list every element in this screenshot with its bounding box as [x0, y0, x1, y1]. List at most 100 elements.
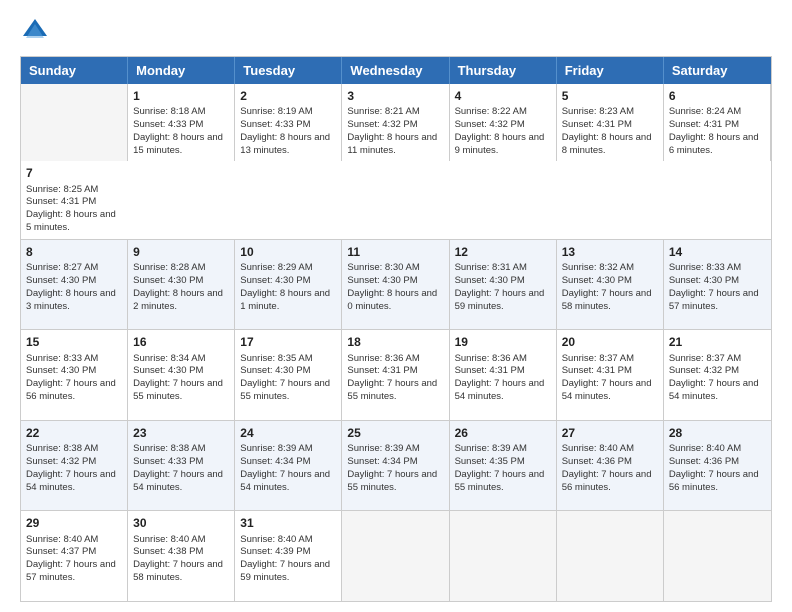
header-day: Tuesday [235, 57, 342, 84]
sunset-text: Sunset: 4:32 PM [455, 119, 525, 130]
day-number: 30 [133, 515, 229, 531]
daylight-text: Daylight: 7 hours and 59 minutes. [455, 288, 545, 312]
day-number: 8 [26, 244, 122, 260]
sunrise-text: Sunrise: 8:35 AM [240, 353, 312, 364]
calendar-row: 22 Sunrise: 8:38 AM Sunset: 4:32 PM Dayligh… [21, 420, 771, 511]
daylight-text: Daylight: 7 hours and 56 minutes. [669, 469, 759, 493]
daylight-text: Daylight: 7 hours and 54 minutes. [562, 378, 652, 402]
sunrise-text: Sunrise: 8:38 AM [133, 443, 205, 454]
daylight-text: Daylight: 7 hours and 55 minutes. [133, 378, 223, 402]
calendar-cell: 13Sunrise: 8:32 AMSunset: 4:30 PMDayligh… [557, 240, 664, 330]
header-day: Wednesday [342, 57, 449, 84]
sunset-text: Sunset: 4:31 PM [562, 119, 632, 130]
calendar-row: 15Sunrise: 8:33 AMSunset: 4:30 PMDayligh… [21, 329, 771, 420]
calendar-cell: 18Sunrise: 8:36 AMSunset: 4:31 PMDayligh… [342, 330, 449, 420]
calendar-cell: 29Sunrise: 8:40 AMSunset: 4:37 PMDayligh… [21, 511, 128, 601]
sunrise-text: Sunrise: 8:34 AM [133, 353, 205, 364]
sunset-text: Sunset: 4:39 PM [240, 546, 310, 557]
calendar-cell [21, 84, 128, 161]
calendar-row: 8Sunrise: 8:27 AMSunset: 4:30 PMDaylight… [21, 239, 771, 330]
day-number: 31 [240, 515, 336, 531]
day-number: 27 [562, 425, 658, 441]
sunset-text: Sunset: 4:30 PM [133, 365, 203, 376]
calendar-cell: 8Sunrise: 8:27 AMSunset: 4:30 PMDaylight… [21, 240, 128, 330]
day-number: 9 [133, 244, 229, 260]
calendar-cell: 28Sunrise: 8:40 AMSunset: 4:36 PMDayligh… [664, 421, 771, 511]
daylight-text: Daylight: 8 hours and 11 minutes. [347, 132, 437, 156]
sunrise-text: Sunrise: 8:40 AM [26, 534, 98, 545]
sunset-text: Sunset: 4:30 PM [26, 365, 96, 376]
day-number: 20 [562, 334, 658, 350]
calendar-cell: 6Sunrise: 8:24 AMSunset: 4:31 PMDaylight… [664, 84, 771, 161]
day-number: 16 [133, 334, 229, 350]
day-number: 3 [347, 88, 443, 104]
calendar-cell: 7Sunrise: 8:25 AMSunset: 4:31 PMDaylight… [21, 161, 128, 238]
sunset-text: Sunset: 4:30 PM [26, 275, 96, 286]
calendar-row: 1Sunrise: 8:18 AMSunset: 4:33 PMDaylight… [21, 84, 771, 239]
calendar-cell: 30Sunrise: 8:40 AMSunset: 4:38 PMDayligh… [128, 511, 235, 601]
daylight-text: Daylight: 7 hours and 58 minutes. [562, 288, 652, 312]
calendar-cell: 21Sunrise: 8:37 AMSunset: 4:32 PMDayligh… [664, 330, 771, 420]
sunrise-text: Sunrise: 8:40 AM [669, 443, 741, 454]
calendar-cell: 16 Sunrise: 8:34 AMSunset: 4:30 PM Dayligh… [128, 330, 235, 420]
sunset-text: Sunset: 4:34 PM [347, 456, 417, 467]
daylight-text: Daylight: 7 hours and 57 minutes. [26, 559, 116, 583]
day-number: 4 [455, 88, 551, 104]
daylight-text: Daylight: 7 hours and 56 minutes. [26, 378, 116, 402]
sunset-text: Sunset: 4:30 PM [669, 275, 739, 286]
sunset-text: Sunset: 4:31 PM [669, 119, 739, 130]
daylight-text: Daylight: 8 hours and 2 minutes. [133, 288, 223, 312]
sunrise-text: Sunrise: 8:28 AM [133, 262, 205, 273]
daylight-text: Daylight: 8 hours and 15 minutes. [133, 132, 223, 156]
sunset-text: Sunset: 4:30 PM [562, 275, 632, 286]
calendar-cell: 23Sunrise: 8:38 AMSunset: 4:33 PMDayligh… [128, 421, 235, 511]
daylight-text: Daylight: 7 hours and 54 minutes. [133, 469, 223, 493]
sunrise-text: Sunrise: 8:40 AM [133, 534, 205, 545]
sunrise-text: Sunrise: 8:39 AM [240, 443, 312, 454]
sunset-text: Sunset: 4:31 PM [455, 365, 525, 376]
day-number: 5 [562, 88, 658, 104]
sunrise-text: Sunrise: 8:19 AM [240, 106, 312, 117]
daylight-text: Daylight: 8 hours and 5 minutes. [26, 209, 116, 233]
sunrise-text: Sunrise: 8:22 AM [455, 106, 527, 117]
daylight-text: Daylight: 7 hours and 54 minutes. [240, 469, 330, 493]
header-day: Monday [128, 57, 235, 84]
day-number: 24 [240, 425, 336, 441]
sunrise-text: Sunrise: 8:29 AM [240, 262, 312, 273]
daylight-text: Daylight: 7 hours and 54 minutes. [455, 378, 545, 402]
calendar-cell: 19Sunrise: 8:36 AMSunset: 4:31 PMDayligh… [450, 330, 557, 420]
sunset-text: Sunset: 4:37 PM [26, 546, 96, 557]
sunset-text: Sunset: 4:30 PM [240, 275, 310, 286]
day-number: 22 [26, 425, 122, 441]
daylight-text: Daylight: 7 hours and 54 minutes. [669, 378, 759, 402]
sunrise-text: Sunrise: 8:32 AM [562, 262, 634, 273]
calendar-cell: 3Sunrise: 8:21 AMSunset: 4:32 PMDaylight… [342, 84, 449, 161]
calendar-cell: 5Sunrise: 8:23 AMSunset: 4:31 PMDaylight… [557, 84, 664, 161]
sunset-text: Sunset: 4:32 PM [26, 456, 96, 467]
calendar-cell: 24Sunrise: 8:39 AMSunset: 4:34 PMDayligh… [235, 421, 342, 511]
header-day: Thursday [450, 57, 557, 84]
sunrise-text: Sunrise: 8:25 AM [26, 184, 98, 195]
sunrise-text: Sunrise: 8:39 AM [455, 443, 527, 454]
calendar-cell: 14Sunrise: 8:33 AMSunset: 4:30 PMDayligh… [664, 240, 771, 330]
day-number: 15 [26, 334, 122, 350]
calendar-row: 29Sunrise: 8:40 AMSunset: 4:37 PMDayligh… [21, 510, 771, 601]
daylight-text: Daylight: 7 hours and 59 minutes. [240, 559, 330, 583]
sunset-text: Sunset: 4:32 PM [347, 119, 417, 130]
sunset-text: Sunset: 4:36 PM [562, 456, 632, 467]
day-number: 14 [669, 244, 766, 260]
sunrise-text: Sunrise: 8:36 AM [347, 353, 419, 364]
sunset-text: Sunset: 4:33 PM [133, 119, 203, 130]
calendar-cell: 15 Sunrise: 8:33 AMSunset: 4:30 PM Dayligh… [21, 330, 128, 420]
day-number: 28 [669, 425, 766, 441]
header-day: Sunday [21, 57, 128, 84]
calendar-cell: 2Sunrise: 8:19 AMSunset: 4:33 PMDaylight… [235, 84, 342, 161]
sunrise-text: Sunrise: 8:37 AM [669, 353, 741, 364]
sunrise-text: Sunrise: 8:33 AM [26, 353, 98, 364]
sunrise-text: Sunrise: 8:33 AM [669, 262, 741, 273]
sunset-text: Sunset: 4:30 PM [240, 365, 310, 376]
sunset-text: Sunset: 4:32 PM [669, 365, 739, 376]
daylight-text: Daylight: 7 hours and 56 minutes. [562, 469, 652, 493]
day-number: 11 [347, 244, 443, 260]
daylight-text: Daylight: 8 hours and 1 minute. [240, 288, 330, 312]
